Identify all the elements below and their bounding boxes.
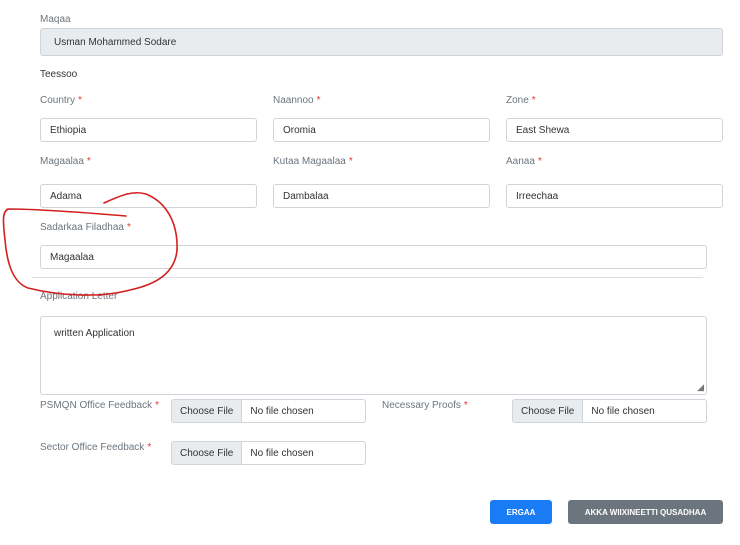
red-annotation-circle <box>2 191 178 296</box>
annotation-stroke <box>2 191 178 296</box>
